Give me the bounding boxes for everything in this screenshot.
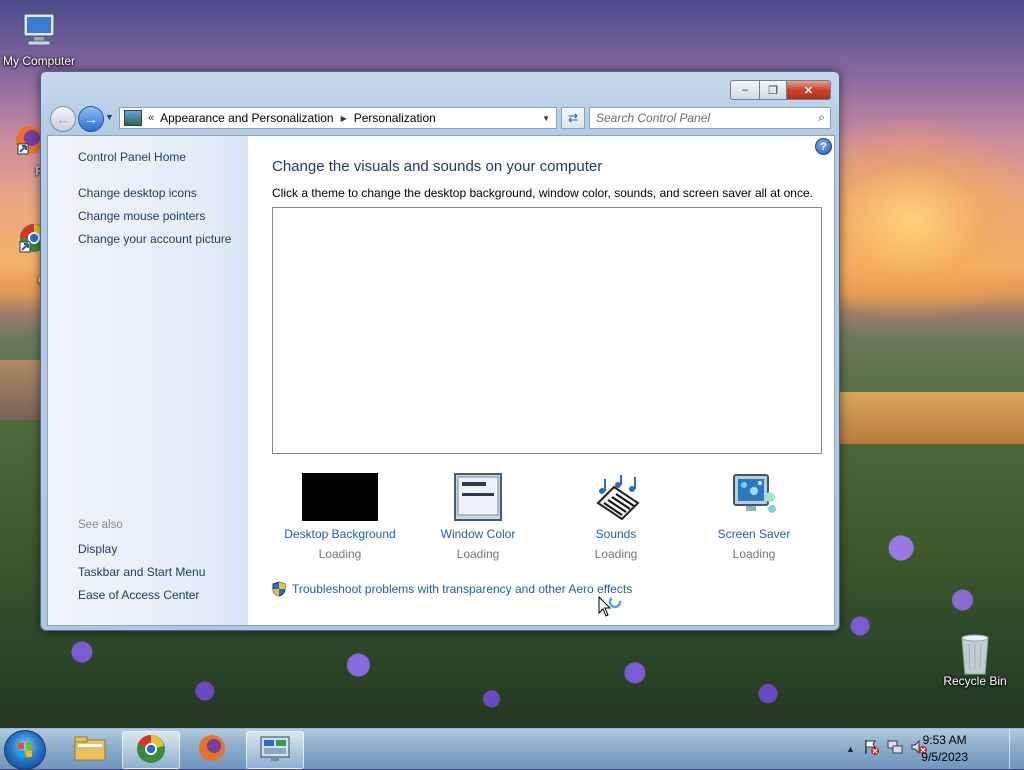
forward-button[interactable]: → bbox=[78, 106, 104, 132]
taskbar-explorer[interactable] bbox=[62, 731, 118, 767]
window-color-status: Loading bbox=[456, 547, 500, 561]
window-color-icon bbox=[454, 473, 502, 521]
taskbar-chrome[interactable] bbox=[122, 731, 180, 769]
address-dropdown-icon[interactable]: ▼ bbox=[542, 114, 550, 123]
taskbar-firefox[interactable] bbox=[184, 731, 240, 767]
computer-icon bbox=[18, 10, 60, 52]
taskbar-start-menu-link[interactable]: Taskbar and Start Menu bbox=[78, 565, 205, 579]
breadcrumb-separator-icon[interactable]: ▶ bbox=[341, 114, 347, 123]
sounds-tile[interactable]: Sounds Loading bbox=[546, 473, 686, 561]
help-icon[interactable]: ? bbox=[815, 138, 832, 155]
control-panel-icon bbox=[259, 735, 291, 766]
notification-area: ▲ bbox=[846, 739, 927, 758]
clock-time: 9:53 AM bbox=[922, 733, 967, 747]
control-panel-home-link[interactable]: Control Panel Home bbox=[78, 150, 186, 164]
window-color-tile[interactable]: Window Color Loading bbox=[408, 473, 548, 561]
busy-cursor-icon bbox=[598, 595, 626, 621]
screen-saver-tile[interactable]: Screen Saver Loading bbox=[684, 473, 824, 561]
page-title: Change the visuals and sounds on your co… bbox=[272, 158, 603, 175]
refresh-icon: ⇄ bbox=[567, 111, 579, 125]
desktop-icon-label: Recycle Bin bbox=[943, 674, 1007, 688]
desktop-icon-my-computer[interactable]: My Computer bbox=[0, 10, 78, 68]
navigation-bar: ← → ▼ « Appearance and Personalization ▶… bbox=[49, 105, 833, 132]
breadcrumb-appearance[interactable]: Appearance and Personalization bbox=[160, 111, 333, 125]
search-icon[interactable]: ⌕ bbox=[818, 110, 825, 125]
back-arrow-icon: ← bbox=[56, 111, 70, 127]
change-account-picture-link[interactable]: Change your account picture bbox=[78, 232, 231, 246]
folder-icon bbox=[74, 734, 106, 765]
close-icon: ✕ bbox=[803, 84, 814, 97]
display-link[interactable]: Display bbox=[78, 542, 117, 556]
back-button[interactable]: ← bbox=[50, 106, 76, 132]
sounds-link[interactable]: Sounds bbox=[546, 527, 686, 541]
theme-list[interactable] bbox=[272, 207, 822, 454]
minimize-button[interactable]: – bbox=[730, 80, 760, 100]
desktop-background-tile[interactable]: Desktop Background Loading bbox=[270, 473, 410, 561]
desktop-icon-label: My Computer bbox=[2, 54, 76, 68]
refresh-button[interactable]: ⇄ bbox=[561, 107, 585, 129]
ease-of-access-link[interactable]: Ease of Access Center bbox=[78, 588, 199, 602]
taskbar: ▲ 9:53 AM 9/5/2023 bbox=[0, 728, 1024, 770]
troubleshoot-link[interactable]: Troubleshoot problems with transparency … bbox=[292, 582, 632, 596]
show-hidden-icons-icon[interactable]: ▲ bbox=[846, 744, 855, 754]
screen-saver-link[interactable]: Screen Saver bbox=[684, 527, 824, 541]
windows-logo-icon bbox=[17, 742, 33, 758]
screen-saver-icon bbox=[730, 473, 778, 521]
start-button[interactable] bbox=[4, 730, 46, 770]
personalization-window[interactable]: – ❐ ✕ ← → ▼ « Appearance and Personaliza… bbox=[40, 71, 840, 631]
firefox-icon bbox=[197, 733, 227, 766]
shield-icon bbox=[272, 581, 286, 597]
window-color-link[interactable]: Window Color bbox=[408, 527, 548, 541]
close-button[interactable]: ✕ bbox=[787, 80, 831, 100]
address-bar[interactable]: « Appearance and Personalization ▶ Perso… bbox=[119, 107, 557, 129]
troubleshoot-aero[interactable]: Troubleshoot problems with transparency … bbox=[272, 581, 632, 597]
breadcrumb-personalization[interactable]: Personalization bbox=[354, 111, 436, 125]
address-overflow-chevron[interactable]: « bbox=[148, 112, 154, 124]
firefox-icon bbox=[2, 120, 44, 162]
left-task-pane: Control Panel Home Change desktop icons … bbox=[48, 136, 248, 625]
recycle-bin-icon bbox=[954, 630, 996, 675]
desktop-background-status: Loading bbox=[318, 547, 362, 561]
see-also-heading: See also bbox=[78, 519, 123, 531]
minimize-icon: – bbox=[741, 84, 749, 96]
show-desktop-button[interactable] bbox=[1009, 729, 1024, 769]
system-clock[interactable]: 9:53 AM 9/5/2023 bbox=[921, 732, 968, 766]
change-desktop-icons-link[interactable]: Change desktop icons bbox=[78, 186, 197, 200]
desktop-background-link[interactable]: Desktop Background bbox=[270, 527, 410, 541]
forward-arrow-icon: → bbox=[84, 111, 98, 127]
screen-saver-status: Loading bbox=[732, 547, 776, 561]
content-area: Control Panel Home Change desktop icons … bbox=[47, 135, 835, 626]
maximize-button[interactable]: ❐ bbox=[760, 80, 787, 100]
taskbar-control-panel[interactable] bbox=[246, 731, 304, 769]
search-box[interactable]: ⌕ bbox=[589, 107, 831, 129]
search-input[interactable] bbox=[596, 111, 806, 125]
restore-icon: ❐ bbox=[768, 84, 778, 97]
chevron-down-icon: ▼ bbox=[105, 112, 114, 122]
network-icon[interactable] bbox=[887, 739, 903, 758]
sounds-icon bbox=[592, 473, 640, 521]
chrome-icon bbox=[136, 734, 166, 767]
clock-date: 9/5/2023 bbox=[921, 750, 968, 764]
desktop-icon-recycle-bin[interactable]: Recycle Bin bbox=[936, 630, 1014, 688]
change-mouse-pointers-link[interactable]: Change mouse pointers bbox=[78, 209, 205, 223]
desktop-background-thumbnail-icon bbox=[302, 473, 378, 521]
control-panel-icon bbox=[124, 110, 142, 126]
page-description: Click a theme to change the desktop back… bbox=[272, 186, 813, 200]
recent-pages-dropdown[interactable]: ▼ bbox=[105, 112, 114, 122]
sounds-status: Loading bbox=[594, 547, 638, 561]
action-center-flag-icon[interactable] bbox=[863, 739, 879, 758]
caption-buttons: – ❐ ✕ bbox=[730, 80, 831, 100]
